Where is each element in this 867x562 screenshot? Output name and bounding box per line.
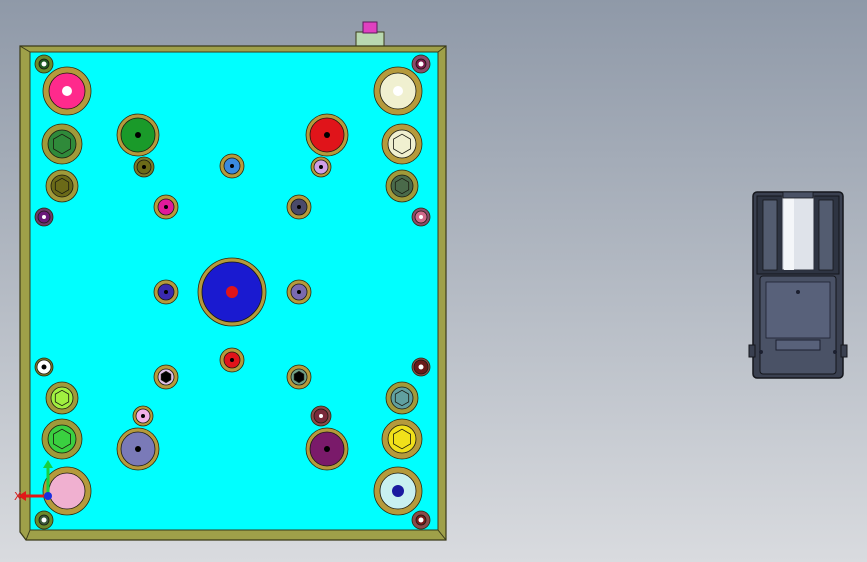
hex-socket (394, 177, 410, 195)
hole-br-hex-1[interactable] (385, 381, 419, 415)
coordinate-triad: X (14, 460, 53, 503)
hole-br-yellow[interactable] (381, 418, 423, 460)
hole-tl-hex-1[interactable] (41, 123, 83, 165)
hole-bl-hex-1[interactable] (45, 381, 79, 415)
hex-socket (394, 389, 410, 407)
hole-bl-small[interactable] (34, 510, 54, 530)
hex-socket (160, 370, 172, 384)
hole-br-brown[interactable] (310, 405, 332, 427)
hole-c-magenta[interactable] (153, 194, 179, 220)
hole-center (141, 414, 145, 418)
hole-center (319, 165, 323, 169)
side-part-view[interactable] (748, 191, 848, 379)
hole-tr-large[interactable] (373, 66, 423, 116)
hole-center (324, 132, 330, 138)
hole-center (392, 485, 404, 497)
hole-bl-hex-2[interactable] (41, 418, 83, 460)
hole-tl-large[interactable] (42, 66, 92, 116)
hole-center (418, 364, 424, 370)
hole-center-red[interactable] (219, 347, 245, 373)
top-connector[interactable] (355, 21, 385, 47)
hole-center-right[interactable] (286, 279, 312, 305)
hole-tl-small[interactable] (34, 54, 54, 74)
hex-socket (54, 389, 70, 407)
hole-br-large[interactable] (373, 466, 423, 516)
hole-br-small[interactable] (411, 357, 431, 377)
hole-br-plum[interactable] (305, 427, 349, 471)
hole-center (42, 215, 46, 219)
hole-center (393, 86, 403, 96)
hole-tl-hex-2[interactable] (45, 169, 79, 203)
hole-center (418, 61, 424, 67)
hole-center (226, 286, 238, 298)
hole-center (41, 61, 47, 67)
hole-tr-hex-2[interactable] (385, 169, 419, 203)
hex-socket (293, 370, 305, 384)
hole-center (418, 517, 424, 523)
hole-br-sage[interactable] (286, 364, 312, 390)
hole-bl-pink-small[interactable] (132, 405, 154, 427)
hole-bl-purple[interactable] (116, 427, 160, 471)
hole-center (41, 364, 47, 370)
hole-center-left[interactable] (153, 279, 179, 305)
hole-c-green-1[interactable] (116, 113, 160, 157)
hole-center (297, 290, 301, 294)
hex-socket (54, 177, 70, 195)
hole-center (230, 164, 234, 168)
hole-tl-tiny[interactable] (34, 207, 54, 227)
hole-c-olive[interactable] (133, 156, 155, 178)
hole-center (41, 517, 47, 523)
hole-center (419, 215, 423, 219)
hole-center (62, 86, 72, 96)
hole-center (230, 358, 234, 362)
hole-tr-small[interactable] (411, 54, 431, 74)
hole-c-blue-top[interactable] (219, 153, 245, 179)
hole-center (319, 414, 323, 418)
hole-tr-lilac[interactable] (310, 156, 332, 178)
hole-center (297, 205, 301, 209)
hole-center (142, 165, 146, 169)
hole-center (164, 290, 168, 294)
hole-br-corner[interactable] (411, 510, 431, 530)
triad-x-label: X (14, 490, 22, 503)
hole-tr-hex-1[interactable] (381, 123, 423, 165)
hole-tr-tiny[interactable] (411, 207, 431, 227)
hole-bl-white[interactable] (34, 357, 54, 377)
hole-center-big[interactable] (197, 257, 267, 327)
hole-tr-red[interactable] (305, 113, 349, 157)
hole-bl-lilac[interactable] (153, 364, 179, 390)
cad-viewport[interactable] (0, 0, 867, 562)
triad-z-axis (44, 492, 52, 500)
hole-center (324, 446, 330, 452)
hole-center (164, 205, 168, 209)
hole-center (135, 446, 141, 452)
hole-center (135, 132, 141, 138)
hole-tr-slate[interactable] (286, 194, 312, 220)
